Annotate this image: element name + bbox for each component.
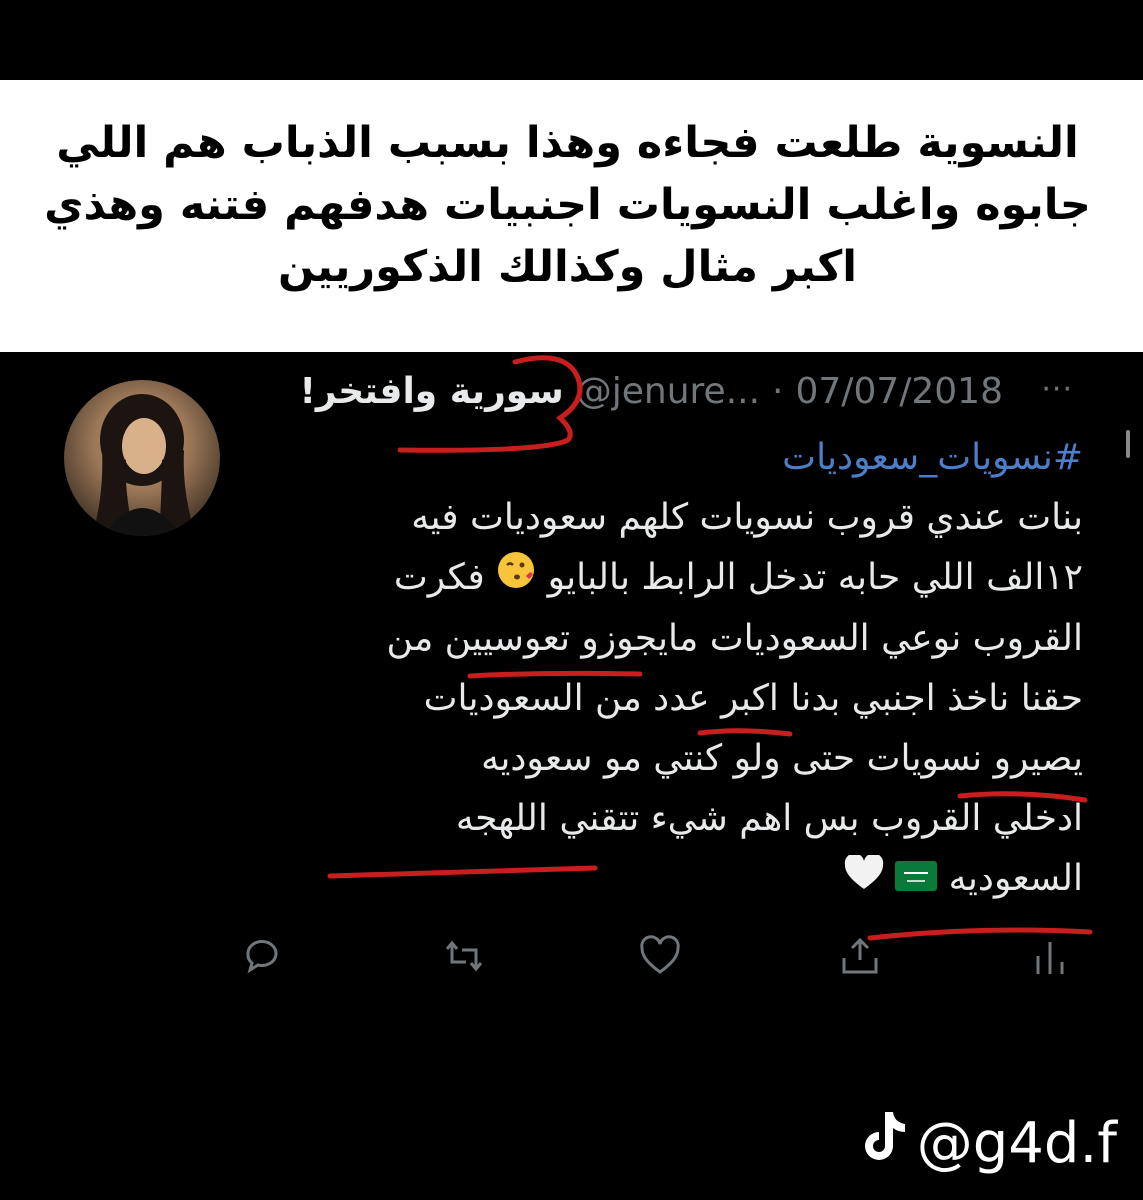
white-heart-icon xyxy=(844,850,884,910)
avatar-image xyxy=(94,394,194,536)
tweet-header: 07/07/2018 · @jenure... سورية وافتخر! xyxy=(299,366,1003,416)
tweet-actions xyxy=(240,934,1080,984)
caption-line: جابوه واغلب النسويات اجنبيات هدفهم فتنه … xyxy=(44,180,1091,230)
tweet-line: يصيرو نسويات حتى ولو كنتي مو سعوديه xyxy=(481,738,1083,779)
watermark: @g4d.f xyxy=(857,1108,1117,1178)
tweet-line-part: فكرت xyxy=(393,557,485,598)
share-icon[interactable] xyxy=(838,934,882,978)
more-options-icon[interactable]: ··· xyxy=(1041,372,1073,407)
separator: · xyxy=(772,370,784,412)
hashtag-link[interactable]: #نسويات_سعوديات xyxy=(263,428,1083,488)
tweet-line-part: السعوديه xyxy=(948,858,1083,899)
tweet-line-with-emoji: السعوديه xyxy=(263,849,1083,910)
tweet-date[interactable]: 07/07/2018 xyxy=(796,371,1004,412)
tweet-line-with-emoji: ١٢الف اللي حابه تدخل الرابط بالبايو فكرت xyxy=(263,548,1083,609)
analytics-icon[interactable] xyxy=(1028,934,1072,978)
tweet-line: ادخلي القروب بس اهم شيء تتقني اللهجه xyxy=(455,798,1083,839)
tweet-line: بنات عندي قروب نسويات كلهم سعوديات فيه xyxy=(411,497,1083,538)
caption-line: اكبر مثال وكذالك الذكوريين xyxy=(278,242,857,292)
retweet-icon[interactable] xyxy=(442,934,486,978)
tweet-text: #نسويات_سعوديات بنات عندي قروب نسويات كل… xyxy=(263,428,1083,910)
scrollbar[interactable] xyxy=(1126,430,1130,458)
display-name[interactable]: سورية وافتخر! xyxy=(299,371,563,412)
saudi-flag-icon xyxy=(895,850,938,910)
reply-icon[interactable] xyxy=(240,934,284,978)
heart-icon[interactable] xyxy=(638,934,682,978)
tweet-line: القروب نوعي السعوديات مايجوزو تعوسيين من xyxy=(386,618,1083,659)
tiktok-icon xyxy=(857,1108,907,1178)
tweet-line: حقنا ناخذ اجنبي بدنا اكبر عدد من السعودي… xyxy=(423,678,1083,719)
user-handle[interactable]: @jenure... xyxy=(576,371,760,412)
caption-line: النسوية طلعت فجاءه وهذا بسبب الذباب هم ا… xyxy=(56,118,1079,168)
avatar[interactable] xyxy=(64,380,220,536)
tweet-line-part: ١٢الف اللي حابه تدخل الرابط بالبايو xyxy=(547,557,1083,598)
caption-text: النسوية طلعت فجاءه وهذا بسبب الذباب هم ا… xyxy=(20,112,1115,298)
kiss-face-emoji-icon xyxy=(496,549,536,609)
watermark-text: @g4d.f xyxy=(916,1110,1117,1176)
